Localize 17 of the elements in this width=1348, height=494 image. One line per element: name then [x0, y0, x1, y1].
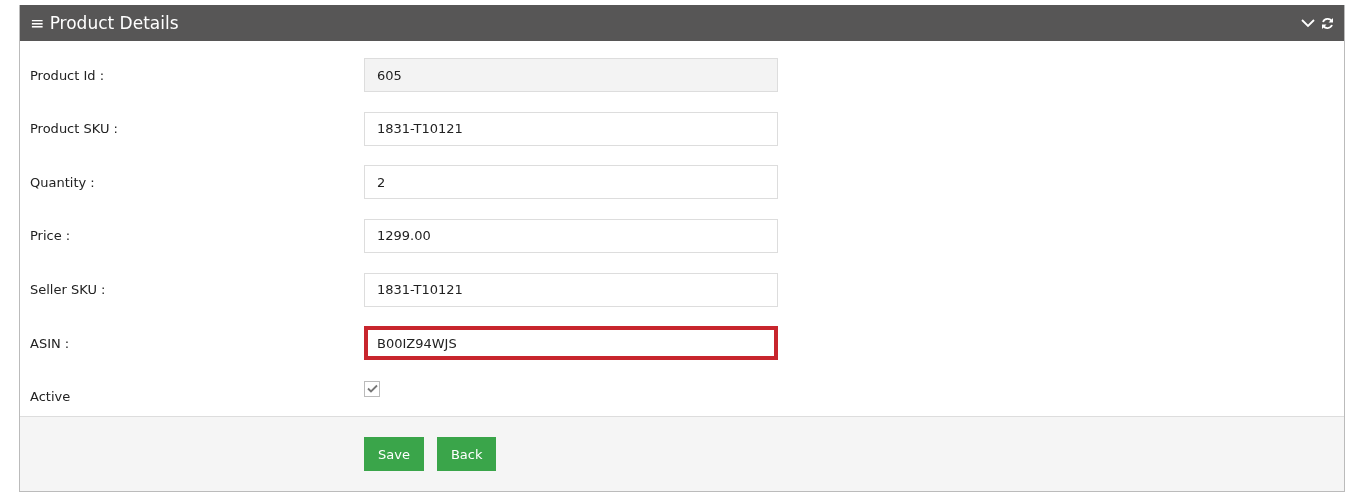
chevron-down-icon[interactable] — [1301, 18, 1315, 28]
field-label: Seller SKU : — [30, 282, 107, 298]
field-label: Active — [30, 389, 72, 405]
field-label: Product Id : — [30, 67, 106, 83]
field-label: Quantity : — [30, 174, 96, 190]
field-label: Product SKU : — [30, 121, 119, 137]
field-label: Price : — [30, 228, 72, 244]
input-field[interactable]: 605 — [364, 58, 778, 93]
input-field[interactable]: B00IZ94WJS — [364, 326, 778, 361]
input-field[interactable]: 2 — [364, 165, 778, 200]
input-field[interactable]: 1831-T10121 — [364, 111, 778, 146]
checkbox[interactable] — [364, 380, 380, 397]
refresh-icon[interactable] — [1321, 16, 1334, 30]
input-field[interactable]: 1831-T10121 — [364, 272, 778, 307]
panel-title: ≡ Product Details — [30, 13, 179, 33]
field-label: ASIN : — [30, 335, 71, 351]
input-field[interactable]: 1299.00 — [364, 218, 778, 253]
